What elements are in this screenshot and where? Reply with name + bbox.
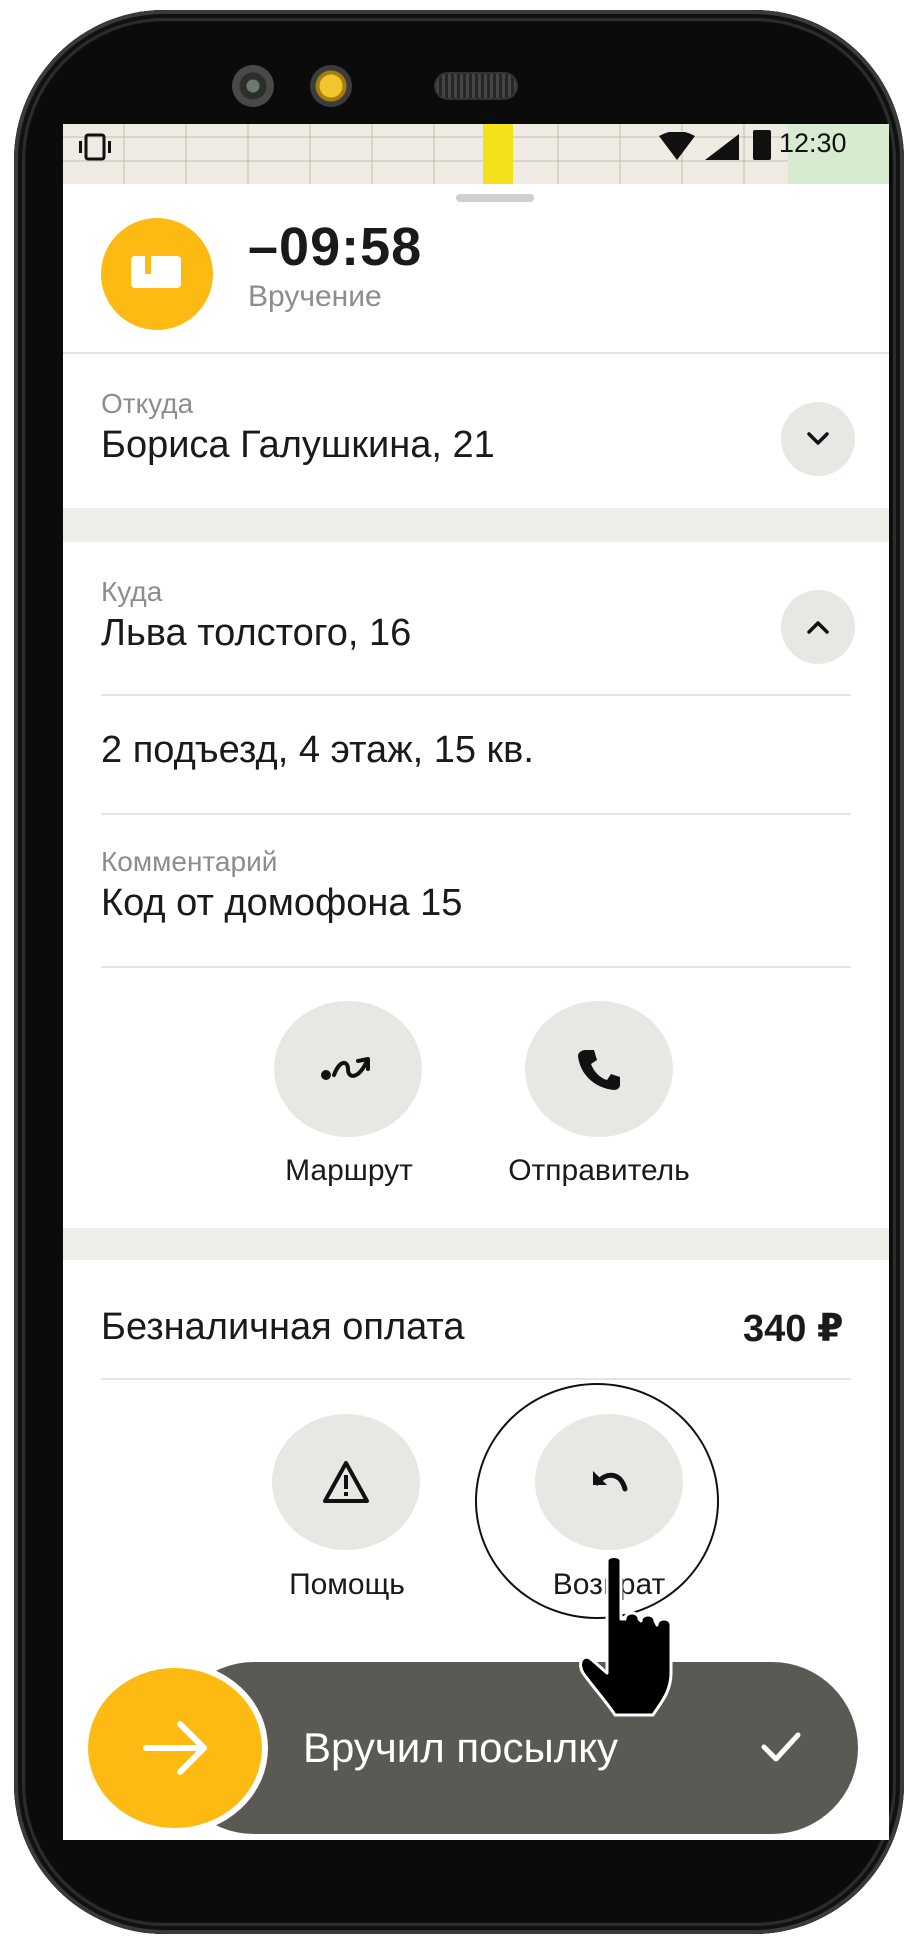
signal-icon xyxy=(705,134,739,160)
slider-knob[interactable] xyxy=(88,1668,262,1828)
comment-text: Код от домофона 15 xyxy=(101,882,463,924)
proximity-sensor xyxy=(310,65,352,107)
route-button[interactable] xyxy=(274,1001,422,1137)
pickup-address: Бориса Галушкина, 21 xyxy=(101,424,495,466)
sheet-drag-handle[interactable] xyxy=(456,194,534,202)
front-camera xyxy=(232,65,274,107)
dropoff-collapse-button[interactable] xyxy=(781,590,855,664)
phone-screen: 12:30 –09:58 Вручение Откуда Бориса Галу… xyxy=(63,124,889,1840)
battery-icon xyxy=(753,130,771,160)
call-sender-label: Отправитель xyxy=(508,1154,690,1187)
chevron-up-icon xyxy=(807,621,829,634)
divider xyxy=(63,352,889,354)
arrow-right-icon xyxy=(143,1721,207,1775)
divider xyxy=(101,1378,851,1380)
vibrate-icon xyxy=(79,133,111,161)
divider xyxy=(101,966,851,968)
dropoff-details: 2 подъезд, 4 этаж, 15 кв. xyxy=(101,729,534,771)
chevron-down-icon xyxy=(807,432,829,445)
pickup-expand-button[interactable] xyxy=(781,402,855,476)
route-label: Маршрут xyxy=(285,1154,413,1187)
wifi-icon xyxy=(659,132,695,160)
divider xyxy=(101,813,851,815)
earpiece-speaker xyxy=(434,72,518,100)
warning-icon xyxy=(323,1461,369,1503)
help-label: Помощь xyxy=(289,1568,405,1601)
payment-method: Безналичная оплата xyxy=(101,1306,465,1348)
check-icon xyxy=(761,1732,801,1762)
section-separator xyxy=(63,1228,889,1260)
payment-amount: 340 ₽ xyxy=(743,1308,844,1350)
divider xyxy=(101,694,851,696)
box-glyph xyxy=(131,256,181,288)
call-sender-button[interactable] xyxy=(525,1001,673,1137)
slider-label: Вручил посылку xyxy=(303,1724,619,1771)
pickup-label: Откуда xyxy=(101,388,194,419)
dropoff-label: Куда xyxy=(101,576,163,607)
help-button[interactable] xyxy=(272,1414,420,1550)
phone-icon xyxy=(578,1050,620,1090)
parcel-icon xyxy=(101,218,213,330)
order-status: Вручение xyxy=(248,280,382,313)
status-clock: 12:30 xyxy=(779,128,847,158)
comment-label: Комментарий xyxy=(101,846,278,877)
dropoff-address: Льва толстого, 16 xyxy=(101,612,412,654)
route-icon xyxy=(321,1057,370,1080)
pointing-hand-icon xyxy=(579,1555,673,1717)
order-timer: –09:58 xyxy=(248,217,423,277)
section-separator xyxy=(63,508,889,542)
